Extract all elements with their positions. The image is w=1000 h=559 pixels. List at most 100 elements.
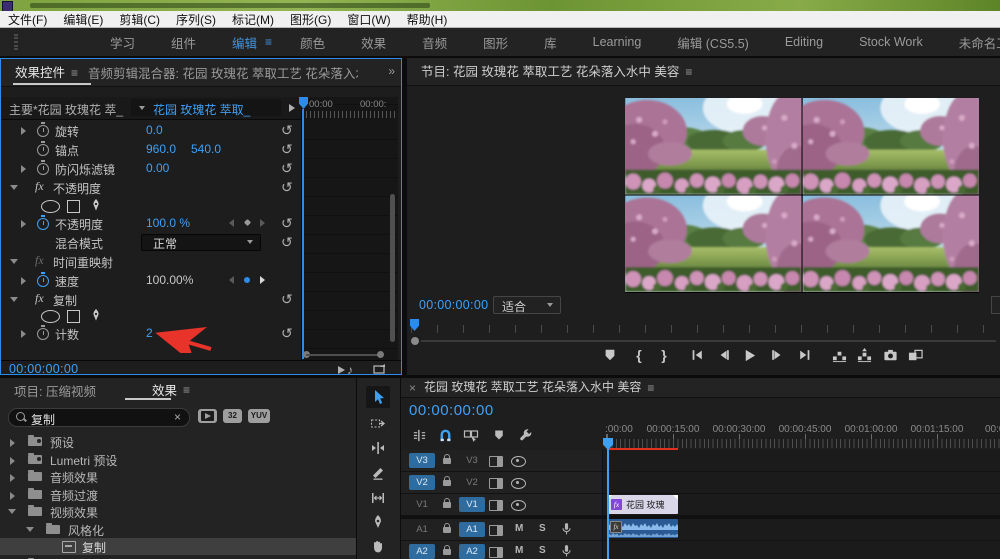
add-marker-button[interactable] [489,426,509,444]
ws-tab-effects[interactable]: 效果 [361,33,386,52]
tree-item-video-effects[interactable]: 视频效果 [0,503,356,520]
panel-menu-icon[interactable]: ≡ [183,383,190,397]
tab-audio-clip-mixer[interactable]: 音频剪辑混合器: 花园 玫瑰花 萃取工艺 花朵落入水中 [88,63,358,82]
rect-mask-icon[interactable] [67,200,80,213]
comparison-view-button[interactable] [906,346,924,364]
expand-icon[interactable] [21,220,26,228]
reset-icon[interactable]: ↺ [281,216,293,230]
export-frame-button[interactable] [881,346,899,364]
rotation-value[interactable]: 0.0 [146,123,163,137]
voiceover-mic-icon[interactable] [559,522,573,537]
hand-tool[interactable] [366,535,390,557]
video-clip[interactable]: fx 花园 玫瑰 [607,495,678,514]
window-titlebar[interactable] [0,0,1000,11]
reset-icon[interactable]: ↺ [281,180,293,194]
reset-icon[interactable]: ↺ [281,123,293,137]
source-patch-v3[interactable]: V3 [409,453,435,468]
prev-keyframe-icon[interactable] [229,219,234,227]
speed-value[interactable]: 100.00% [146,273,193,287]
nest-insert-toggle[interactable] [409,426,429,444]
play-button[interactable] [740,346,758,364]
tree-item-stylize[interactable]: 风格化 [0,521,356,538]
go-to-in-button[interactable] [688,346,706,364]
tree-item-partial[interactable] [0,556,356,559]
mute-button[interactable]: M [515,523,523,534]
tree-item-audio-effects[interactable]: 音频效果 [0,468,356,485]
lift-button[interactable] [830,346,848,364]
razor-tool[interactable] [366,462,390,484]
mark-in-button[interactable]: { [630,346,648,364]
slip-tool[interactable] [366,487,390,509]
timeline-ruler[interactable]: :00:00 00:00:15:00 00:00:30:00 00:00:45:… [603,422,1000,448]
mute-button[interactable]: M [515,545,523,556]
go-to-out-button[interactable] [796,346,814,364]
master-clip-label[interactable]: 主要*花园 玫瑰花 萃_ [9,101,134,118]
ws-tab-graphics[interactable]: 图形 [483,33,508,52]
ws-tab-learning-en[interactable]: Learning [593,35,642,49]
audio-clip[interactable]: fx [607,519,678,538]
target-track-v1[interactable]: V1 [459,497,485,512]
clear-search-icon[interactable]: × [174,410,181,424]
add-keyframe-icon[interactable] [244,277,250,283]
ws-tab-audio[interactable]: 音频 [422,33,447,52]
collapse-icon[interactable] [26,527,34,532]
zoom-handle-right[interactable] [377,351,384,358]
ws-tab-stock-work[interactable]: Stock Work [859,35,923,49]
sync-lock-icon[interactable] [489,525,503,536]
resolution-dropdown-partial[interactable] [991,296,1000,314]
source-patch-a2[interactable]: A2 [409,544,435,559]
sync-lock-icon[interactable] [489,500,503,511]
add-keyframe-icon[interactable] [244,219,251,226]
reset-icon[interactable]: ↺ [281,161,293,175]
target-track-a1[interactable]: A1 [459,522,485,537]
ellipse-mask-icon[interactable] [41,310,60,323]
linked-selection-toggle[interactable] [461,426,481,444]
menu-item-graphics[interactable]: 图形(G) [290,11,331,28]
ws-tab-assembly[interactable]: 组件 [171,33,196,52]
lock-icon[interactable] [443,502,451,508]
ws-tab-edit-menu-icon[interactable]: ≡ [265,35,272,49]
expand-icon[interactable] [10,492,15,500]
blend-mode-value[interactable]: 正常 [153,235,177,252]
ellipse-mask-icon[interactable] [41,200,60,213]
ws-tab-learn[interactable]: 学习 [110,33,135,52]
track-output-eye-icon[interactable] [511,478,526,489]
opacity-value[interactable]: 100.0 % [146,216,190,230]
ws-tab-edit-cs55[interactable]: 编辑 (CS5.5) [677,33,749,52]
anchor-x-value[interactable]: 960.0 [146,142,176,156]
selected-clip-name[interactable]: 花园 玫瑰花 萃取_ [153,101,250,118]
ws-tab-color[interactable]: 颜色 [300,33,325,52]
program-mini-ruler[interactable] [407,320,1000,333]
step-back-button[interactable] [715,346,733,364]
source-patch-v1[interactable]: V1 [409,497,435,512]
expand-icon[interactable] [21,165,26,173]
stopwatch-icon[interactable] [37,275,49,287]
tree-item-audio-transitions[interactable]: 音频过渡 [0,486,356,503]
panel-menu-icon[interactable]: ≡ [647,381,654,395]
timeline-playhead-line[interactable] [607,438,609,559]
play-audio-icon[interactable]: ♪ [337,363,353,377]
lock-icon[interactable] [443,549,451,555]
reset-icon[interactable]: ↺ [281,235,293,249]
mini-playhead-line[interactable] [302,109,304,359]
horizontal-scrollbar[interactable] [306,354,380,356]
expand-icon[interactable] [10,457,15,465]
sync-lock-icon[interactable] [489,478,503,489]
reset-icon[interactable]: ↺ [281,326,293,340]
collapse-icon[interactable] [10,259,18,264]
timeline-timecode[interactable]: 00:00:00:00 [409,402,494,419]
lock-icon[interactable] [443,527,451,533]
effect-controls-mini-timeline[interactable]: 00:00 00:00: [301,97,398,360]
fx-icon[interactable]: fx [35,291,44,306]
source-patch-v2[interactable]: V2 [409,475,435,490]
yuv-effects-badge[interactable]: YUV [248,409,270,423]
track-select-forward-tool[interactable] [366,412,390,434]
menu-item-file[interactable]: 文件(F) [8,11,47,28]
stopwatch-icon[interactable] [37,125,49,137]
timeline-settings-wrench[interactable] [515,426,535,444]
zoom-level-dropdown[interactable]: 适合 [493,296,561,314]
fx-icon[interactable]: fx [35,179,44,194]
tab-effect-controls[interactable]: 效果控件 [15,62,65,83]
selection-tool[interactable] [366,386,390,408]
solo-button[interactable]: S [539,523,546,534]
